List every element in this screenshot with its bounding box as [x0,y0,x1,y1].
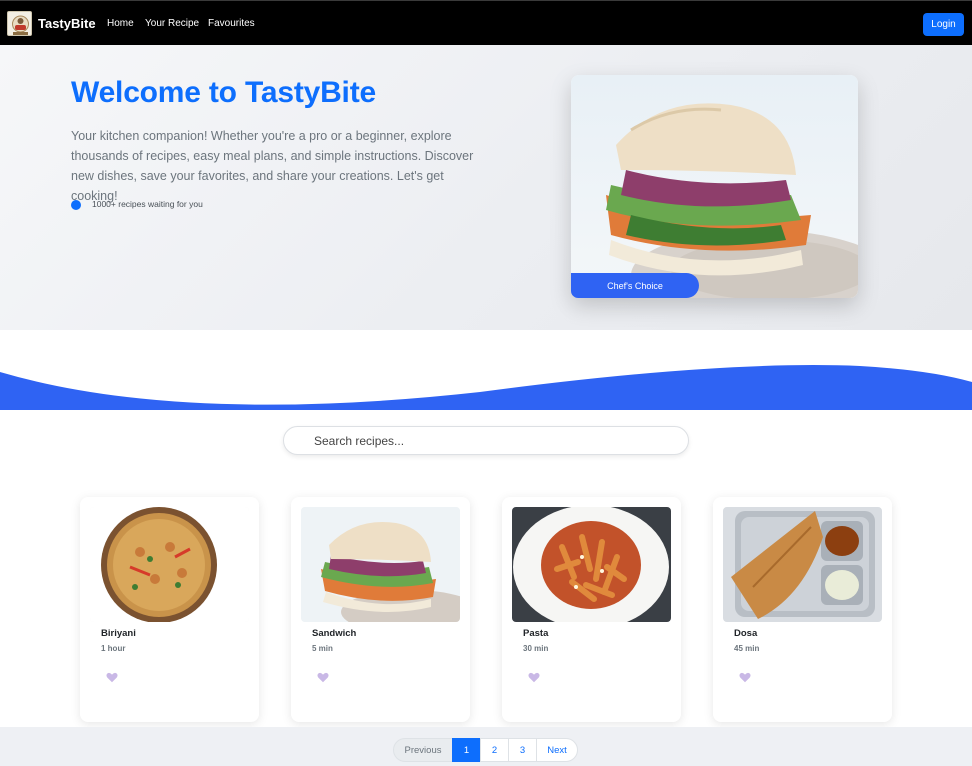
navbar: TastyBite Home Your Recipe Favourites Lo… [0,0,972,45]
recipe-card-pasta[interactable]: Pasta 30 min [502,497,681,722]
heart-icon[interactable] [316,670,330,684]
brand-name[interactable]: TastyBite [38,16,96,31]
pagination-next[interactable]: Next [536,738,578,762]
recipe-title: Pasta [523,628,549,639]
chefs-choice-badge: Chef's Choice [571,273,699,298]
hero-description: Your kitchen companion! Whether you're a… [71,129,474,203]
recipe-card-biriyani[interactable]: Biriyani 1 hour [80,497,259,722]
pagination-previous[interactable]: Previous [393,738,453,762]
tastybite-logo-icon[interactable] [7,11,32,36]
recipe-title: Sandwich [312,628,357,639]
hero-stat-text: 1000+ recipes waiting for you [92,199,203,209]
search-input[interactable] [283,426,689,455]
recipe-image-pasta [512,507,671,622]
heart-icon[interactable] [738,670,752,684]
pagination-page-3[interactable]: 3 [508,738,537,762]
pagination: Previous 1 2 3 Next [393,738,578,762]
wave-divider [0,365,972,410]
recipe-image-biriyani [90,507,249,622]
recipe-image-sandwich [301,507,460,622]
dot-icon [71,200,81,210]
recipe-title: Dosa [734,628,758,639]
pagination-page-1[interactable]: 1 [452,738,481,762]
pagination-page-2[interactable]: 2 [480,738,509,762]
featured-recipe-image [571,75,858,298]
recipe-time: 1 hour [101,644,126,653]
nav-link-favourites[interactable]: Favourites [208,18,255,29]
nav-link-home[interactable]: Home [107,18,134,29]
heart-icon[interactable] [527,670,541,684]
nav-link-your-recipe[interactable]: Your Recipe [145,18,199,29]
login-button[interactable]: Login [923,13,964,36]
recipe-card-sandwich[interactable]: Sandwich 5 min [291,497,470,722]
recipe-time: 30 min [523,644,549,653]
recipe-image-dosa [723,507,882,622]
recipe-card-dosa[interactable]: Dosa 45 min [713,497,892,722]
hero-title: Welcome to TastyBite [71,76,376,109]
recipe-time: 5 min [312,644,333,653]
recipe-title: Biriyani [101,628,136,639]
recipe-time: 45 min [734,644,760,653]
heart-icon[interactable] [105,670,119,684]
